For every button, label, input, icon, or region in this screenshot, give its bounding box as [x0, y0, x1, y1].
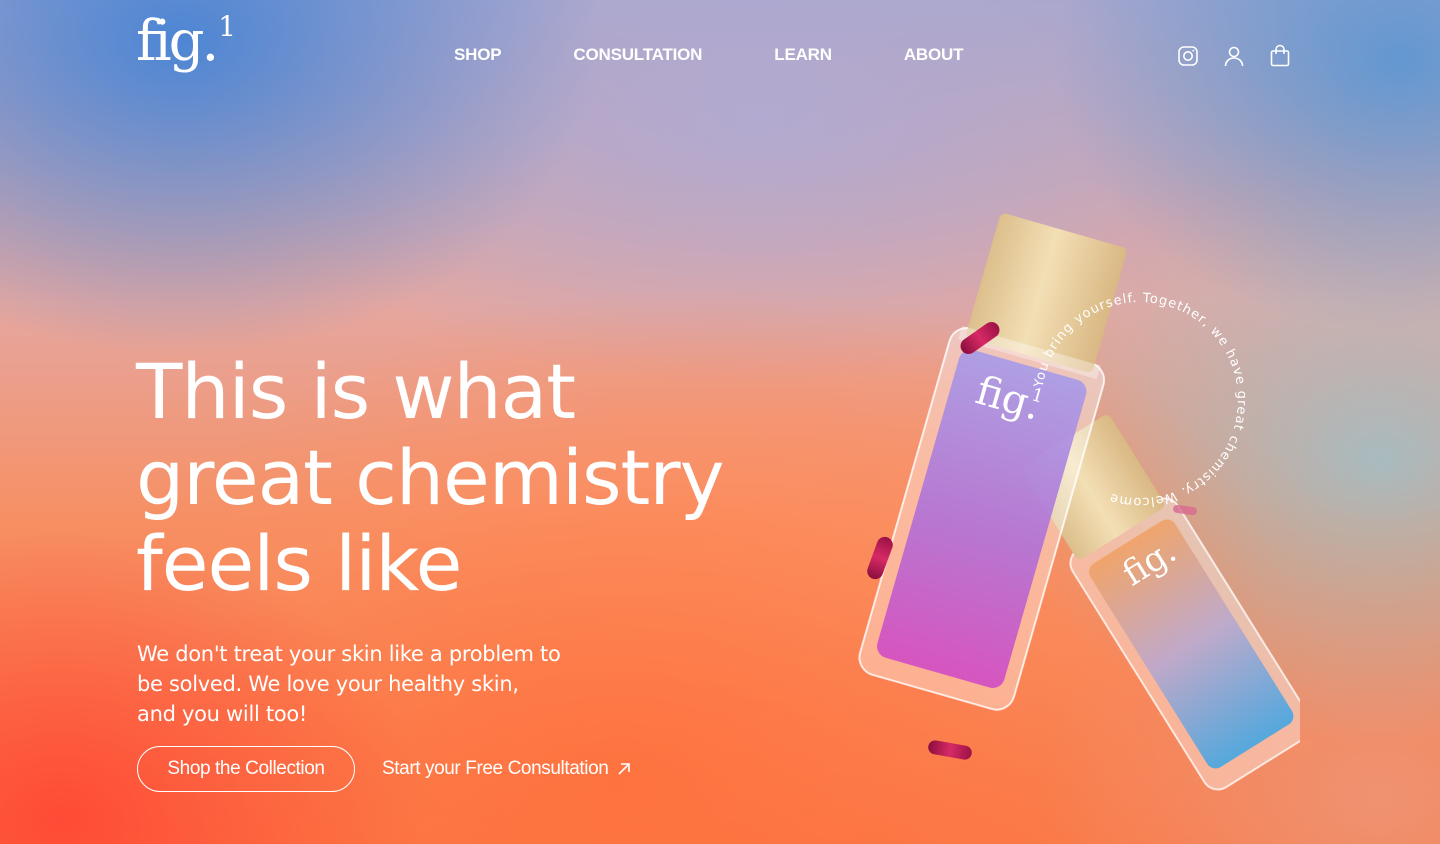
nav-about[interactable]: ABOUT — [904, 45, 964, 65]
subcopy-line: and you will too! — [137, 702, 308, 726]
subcopy-line: be solved. We love your healthy skin, — [137, 672, 519, 696]
nav-shop[interactable]: SHOP — [454, 45, 502, 65]
headline-line: This is what — [136, 346, 576, 436]
header-icons — [1176, 44, 1292, 68]
nav-consultation[interactable]: CONSULTATION — [573, 45, 702, 65]
subcopy-line: We don't treat your skin like a problem … — [137, 642, 561, 666]
main-nav: SHOP CONSULTATION LEARN ABOUT — [454, 45, 963, 65]
logo-superscript: 1 — [218, 10, 237, 43]
arrow-up-right-icon — [618, 763, 631, 775]
hero-headline: This is what great chemistry feels like — [136, 346, 856, 608]
brand-logo[interactable]: fig. 1 — [136, 9, 236, 74]
headline-line: great chemistry — [136, 432, 725, 522]
product-image: fig. fig. 1 You bring yourself. Together… — [858, 213, 1300, 791]
user-icon[interactable] — [1222, 44, 1246, 68]
instagram-icon[interactable] — [1176, 44, 1200, 68]
headline-line: feels like — [136, 518, 462, 608]
logo-text: fig. — [136, 9, 219, 74]
hero-subcopy: We don't treat your skin like a problem … — [137, 639, 657, 729]
shopping-bag-icon[interactable] — [1268, 44, 1292, 68]
free-consultation-link[interactable]: Start your Free Consultation — [382, 758, 632, 780]
nav-learn[interactable]: LEARN — [774, 45, 832, 65]
capsule — [928, 740, 972, 760]
free-consultation-label: Start your Free Consultation — [382, 758, 609, 779]
shop-collection-button[interactable]: Shop the Collection — [137, 746, 355, 792]
